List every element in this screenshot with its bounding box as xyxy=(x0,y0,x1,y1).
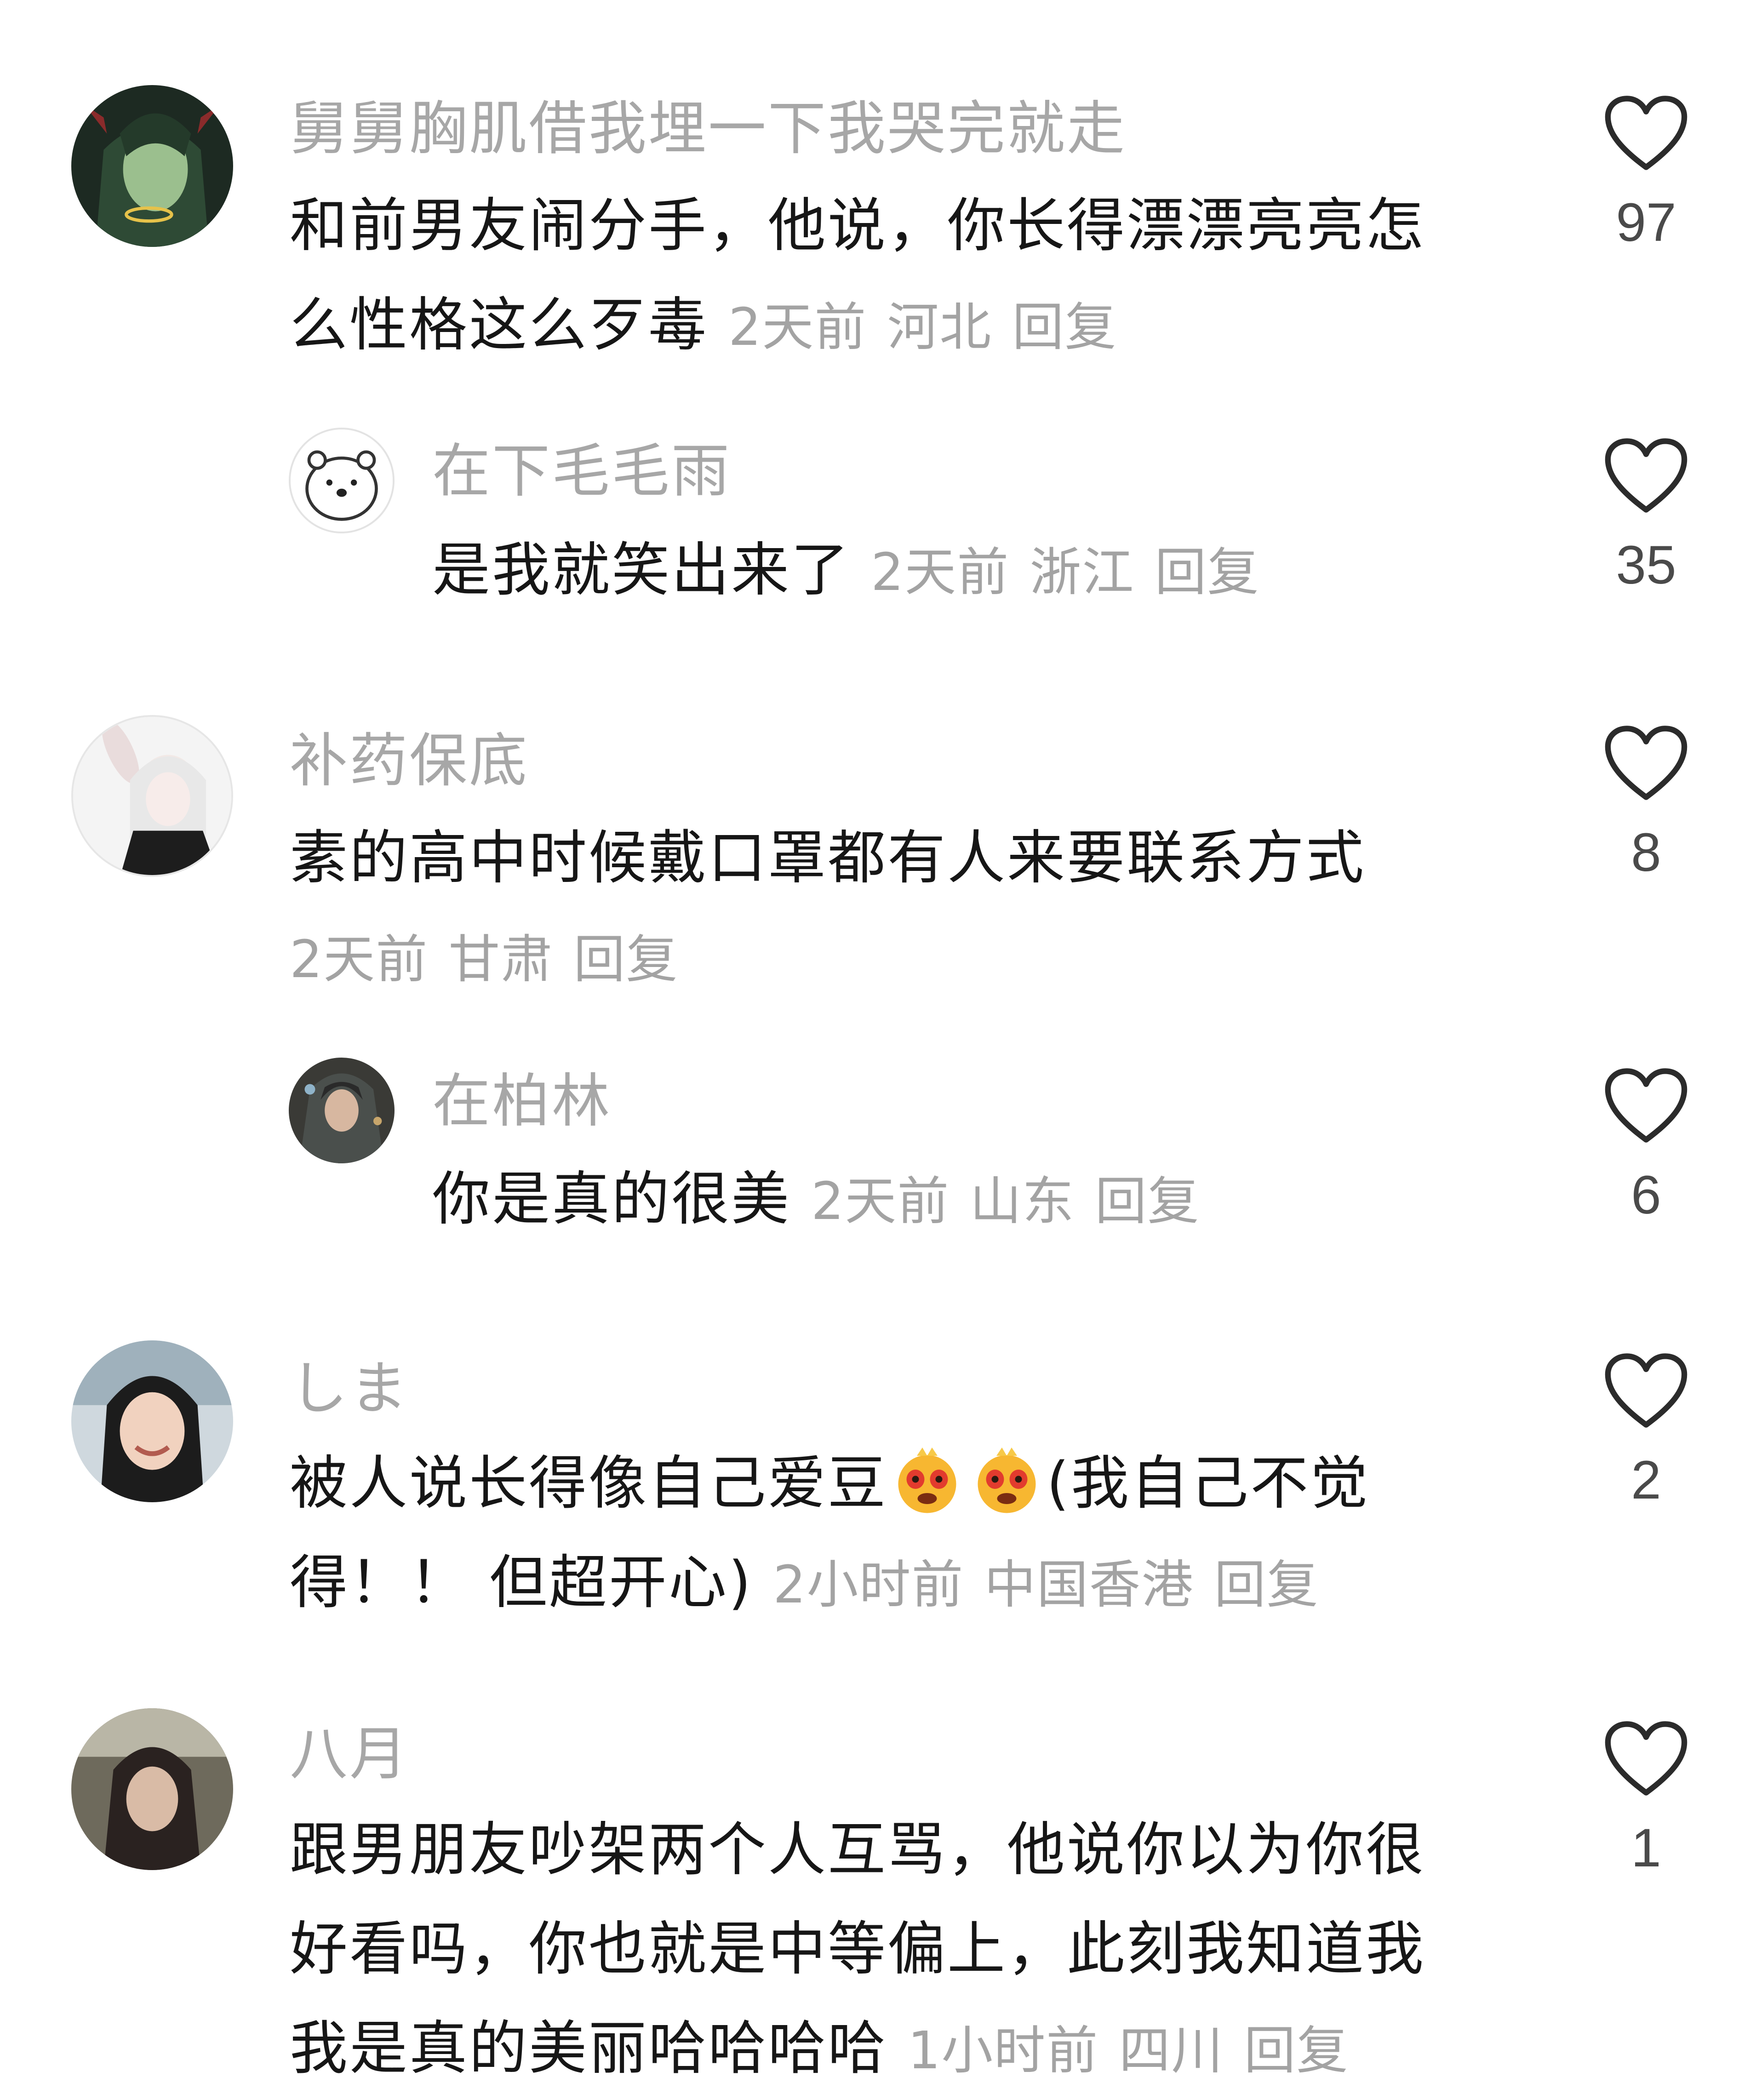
reply-button[interactable]: 回复 xyxy=(573,930,678,990)
comment-location: 甘肃 xyxy=(448,930,554,990)
comment-line: 么性格这么歹毒 xyxy=(290,291,708,359)
avatar[interactable] xyxy=(71,1708,233,1870)
starstruck-emoji xyxy=(969,1446,1045,1515)
like-count: 8 xyxy=(1631,822,1661,883)
like-count: 1 xyxy=(1631,1818,1661,1878)
comment-time: 1小时前 xyxy=(908,2021,1099,2081)
comment-line: 得！！ 但超开心) xyxy=(290,1549,753,1616)
username[interactable]: 在柏林 xyxy=(432,1064,612,1138)
like-button[interactable]: 97 xyxy=(1582,94,1710,257)
like-count: 35 xyxy=(1616,535,1676,595)
comment-text: 和前男友闹分手，他说，你长得漂漂亮亮怎 么性格这么歹毒 2天前 河北 回复 xyxy=(290,176,1531,377)
comment-location: 中国香港 xyxy=(984,1555,1194,1615)
reply-button[interactable]: 回复 xyxy=(1012,298,1117,357)
like-button[interactable]: 2 xyxy=(1582,1352,1710,1515)
comment-line: 被人说长得像自己爱豆 xyxy=(290,1449,887,1517)
like-button[interactable]: 8 xyxy=(1582,724,1710,887)
heart-outline-icon[interactable] xyxy=(1602,1352,1690,1430)
avatar[interactable] xyxy=(289,1058,395,1163)
comment-time: 2天前 xyxy=(290,930,429,990)
like-button[interactable]: 6 xyxy=(1582,1067,1710,1230)
comment-location: 山东 xyxy=(970,1172,1075,1231)
reply-button[interactable]: 回复 xyxy=(1244,2021,1349,2081)
comment-location: 浙江 xyxy=(1030,543,1135,602)
username[interactable]: しま xyxy=(290,1352,409,1425)
comment-time: 2天前 xyxy=(871,543,1010,602)
comment-location: 四川 xyxy=(1119,2021,1224,2081)
heart-outline-icon[interactable] xyxy=(1602,437,1690,515)
like-button[interactable]: 1 xyxy=(1582,1720,1710,1883)
comment-time: 2小时前 xyxy=(773,1555,964,1615)
like-count: 2 xyxy=(1631,1450,1661,1511)
comment-line: 跟男朋友吵架两个人互骂，他说你以为你很 xyxy=(290,1816,1425,1883)
comment-text: 跟男朋友吵架两个人互骂，他说你以为你很 好看吗，你也就是中等偏上，此刻我知道我 … xyxy=(290,1800,1531,2100)
comment-line: 素的高中时候戴口罩都有人来要联系方式 xyxy=(290,824,1366,892)
reply-button[interactable]: 回复 xyxy=(1155,543,1259,602)
avatar[interactable] xyxy=(71,85,233,247)
comment-line: 好看吗，你也就是中等偏上，此刻我知道我 xyxy=(290,1915,1425,1983)
comment-line: 和前男友闹分手，他说，你长得漂漂亮亮怎 xyxy=(290,192,1425,259)
comment-text: 素的高中时候戴口罩都有人来要联系方式 2天前 甘肃 回复 xyxy=(290,808,1531,1009)
username[interactable]: 补药保底 xyxy=(290,724,529,798)
username[interactable]: 八月 xyxy=(290,1717,409,1791)
comment-line: (我自己不觉 xyxy=(1047,1449,1370,1517)
comment-location: 河北 xyxy=(887,298,992,357)
avatar[interactable] xyxy=(289,428,395,533)
comment-line: 你是真的很美 xyxy=(432,1165,791,1233)
heart-outline-icon[interactable] xyxy=(1602,94,1690,172)
heart-outline-icon[interactable] xyxy=(1602,1720,1690,1798)
comment-text: 你是真的很美 2天前 山东 回复 xyxy=(432,1150,1536,1251)
reply-button[interactable]: 回复 xyxy=(1095,1172,1200,1231)
username[interactable]: 舅舅胸肌借我埋一下我哭完就走 xyxy=(290,92,1127,166)
username[interactable]: 在下毛毛雨 xyxy=(432,435,731,508)
avatar[interactable] xyxy=(71,1340,233,1502)
like-count: 6 xyxy=(1631,1165,1661,1225)
comment-text: 被人说长得像自己爱豆 (我自己不觉 得！！ 但超开心) 2小时前 中国香港 回复 xyxy=(290,1434,1531,1635)
comment-line: 我是真的美丽哈哈哈哈 xyxy=(290,2014,887,2082)
comment-text: 是我就笑出来了 2天前 浙江 回复 xyxy=(432,521,1536,622)
avatar[interactable] xyxy=(71,715,233,877)
heart-outline-icon[interactable] xyxy=(1602,1067,1690,1145)
like-button[interactable]: 35 xyxy=(1582,437,1710,600)
like-count: 97 xyxy=(1616,192,1676,253)
comment-time: 2天前 xyxy=(811,1172,950,1231)
starstruck-emoji xyxy=(889,1446,965,1515)
reply-button[interactable]: 回复 xyxy=(1214,1555,1319,1615)
comment-line: 是我就笑出来了 xyxy=(432,536,851,604)
heart-outline-icon[interactable] xyxy=(1602,724,1690,802)
comment-time: 2天前 xyxy=(728,298,867,357)
